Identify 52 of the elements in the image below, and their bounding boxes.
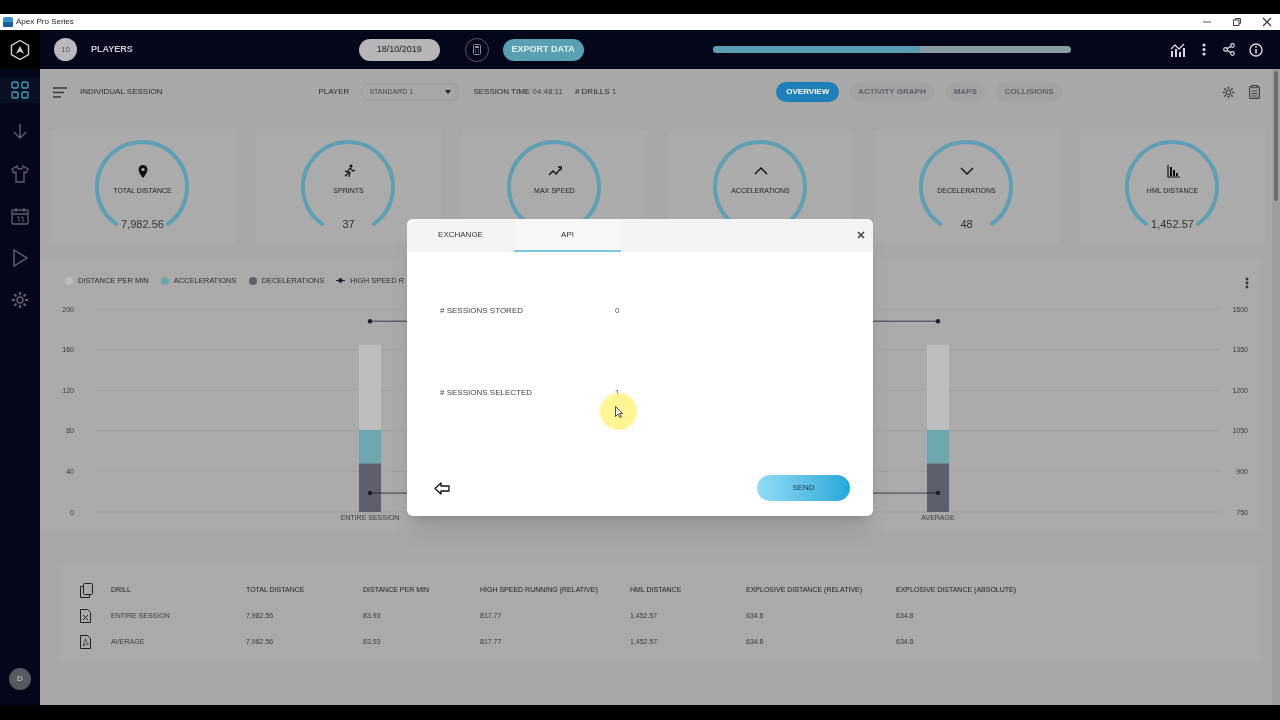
grid-icon[interactable] xyxy=(11,81,29,99)
excel-file-icon[interactable] xyxy=(80,609,91,623)
share-icon[interactable] xyxy=(1223,43,1235,56)
info-icon[interactable] xyxy=(1249,42,1263,57)
close-icon[interactable] xyxy=(857,231,865,239)
stat-value: 37 xyxy=(342,216,355,232)
field-label: # SESSIONS STORED xyxy=(440,305,524,317)
field-label: # SESSIONS SELECTED xyxy=(440,387,534,399)
legend-line-marker xyxy=(336,278,346,283)
bar-segment xyxy=(927,463,949,512)
menu-icon[interactable] xyxy=(53,86,67,98)
back-arrow-icon[interactable] xyxy=(434,481,450,495)
user-avatar[interactable]: D xyxy=(9,668,31,690)
drills-count: # DRILLS 1 xyxy=(574,86,617,98)
more-icon[interactable] xyxy=(1202,43,1206,56)
app-icon xyxy=(3,17,13,27)
shirt-icon[interactable] xyxy=(11,165,29,183)
settings-icon[interactable] xyxy=(1222,85,1235,99)
scrollbar-thumb[interactable] xyxy=(1274,71,1278,201)
dialog-tab[interactable]: EXCHANGE xyxy=(407,219,514,252)
chart-icon[interactable] xyxy=(1170,42,1185,57)
players-title: PLAYERS xyxy=(91,42,133,56)
close-button[interactable] xyxy=(1262,17,1272,27)
view-tab[interactable]: OVERVIEW xyxy=(776,82,840,102)
clipboard-icon[interactable] xyxy=(1249,85,1260,99)
stat-value: 1,452.57 xyxy=(1151,216,1194,232)
restore-button[interactable] xyxy=(1232,17,1242,27)
dialog-tab[interactable]: API xyxy=(514,219,621,252)
stat-value: 7,982.56 xyxy=(121,216,164,232)
caret-icon xyxy=(445,90,452,94)
player-label: PLAYER xyxy=(318,86,350,98)
logo-icon xyxy=(9,38,31,61)
date-button[interactable]: 18/10/2019 xyxy=(358,38,440,61)
settings-icon[interactable] xyxy=(11,291,29,309)
bar-chart-icon xyxy=(1165,164,1180,179)
bar-segment xyxy=(359,463,381,512)
session-title: INDIVIDUAL SESSION xyxy=(80,86,163,98)
pin-icon xyxy=(135,164,150,179)
pdf-file-icon[interactable] xyxy=(80,635,91,649)
stat-value: 48 xyxy=(960,216,973,232)
field-value: 0 xyxy=(615,305,620,317)
calendar-icon[interactable] xyxy=(11,207,29,225)
copy-icon[interactable] xyxy=(80,582,93,598)
session-time: SESSION TIME 04:48:11 xyxy=(473,86,563,98)
download-icon[interactable] xyxy=(11,123,29,141)
calculator-icon xyxy=(472,44,481,55)
window-title: Apex Pro Series xyxy=(16,16,74,28)
cursor-icon xyxy=(614,405,623,418)
field-value: 1 xyxy=(615,387,620,399)
player-avatar[interactable]: 10 xyxy=(54,38,77,61)
send-button[interactable]: SEND xyxy=(757,475,850,501)
play-icon[interactable] xyxy=(11,249,29,267)
